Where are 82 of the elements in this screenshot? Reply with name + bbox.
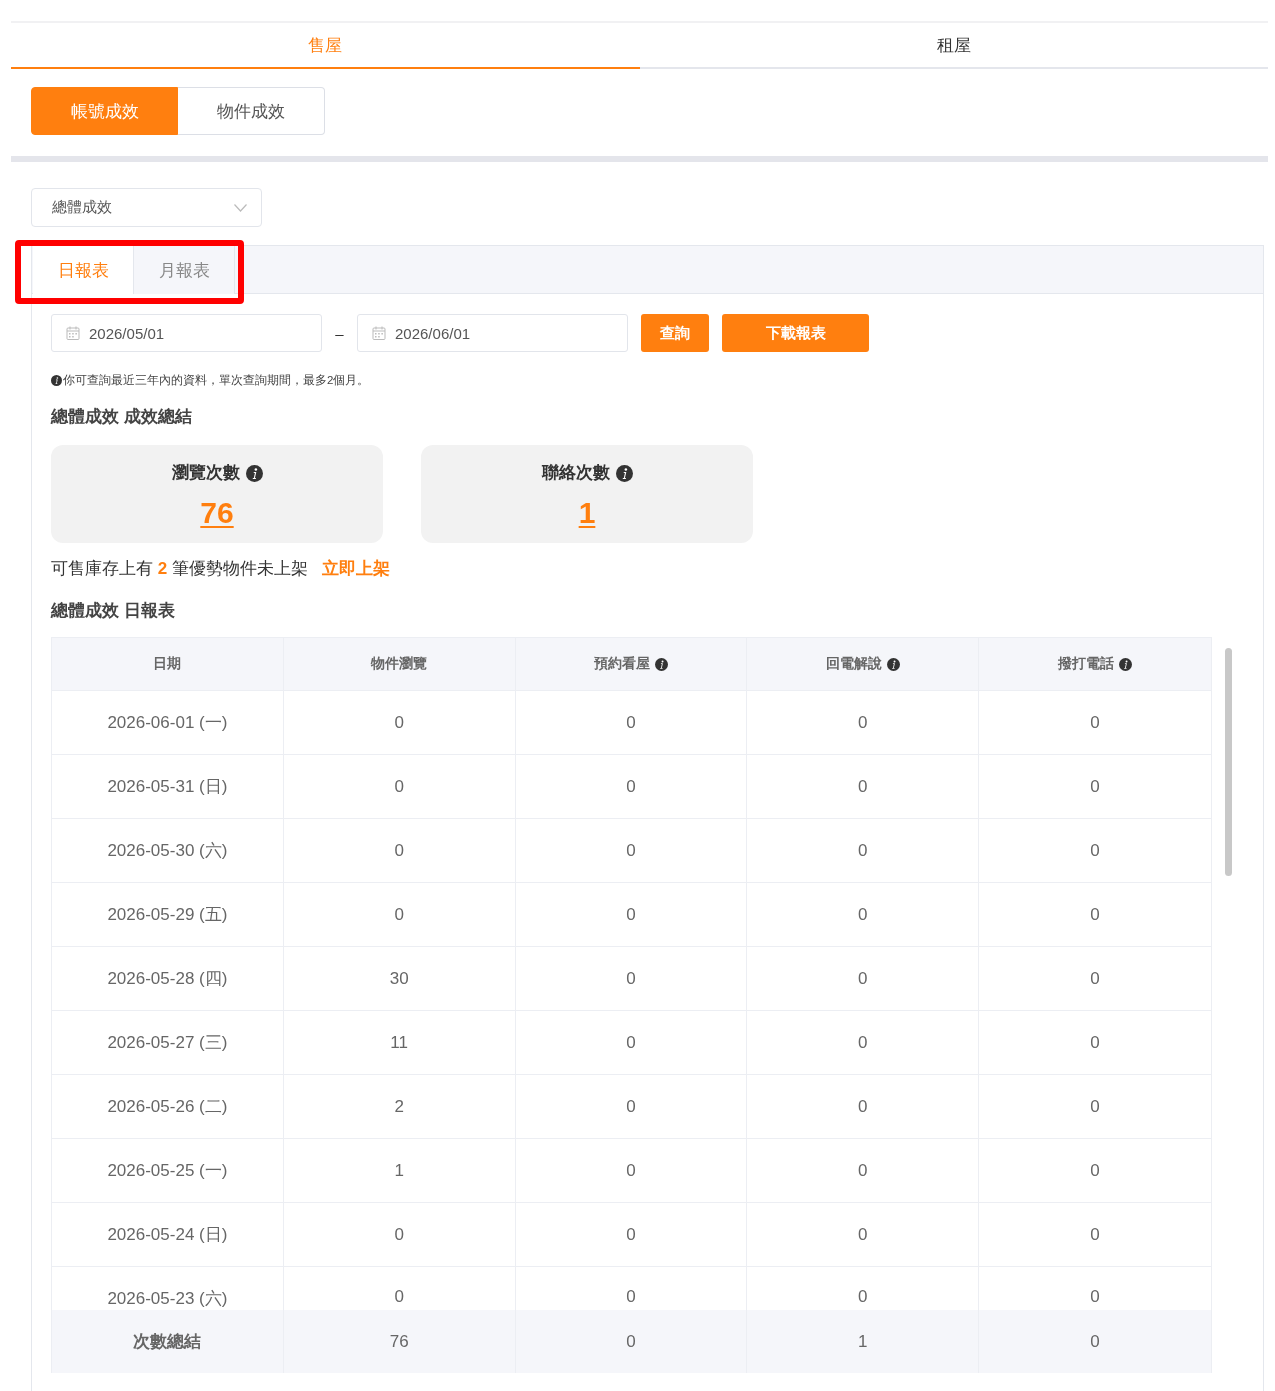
table-cell: 0 <box>515 1203 748 1266</box>
table-cell-text: 0 <box>1089 711 1101 734</box>
table-cell: 0 <box>747 1075 980 1138</box>
table-cell: 11 <box>283 1011 516 1074</box>
table-cell: 0 <box>283 819 516 882</box>
table-cell: 2026-05-26 (二) <box>52 1075 284 1138</box>
table-cell: 0 <box>515 755 748 818</box>
table-cell: 0 <box>283 883 516 946</box>
table-cell: 2 <box>283 1075 516 1138</box>
table-cell-text: 0 <box>1089 1159 1101 1182</box>
section-heading: 總體成效 成效總結 <box>51 406 193 428</box>
table-cell: 76 <box>283 1310 516 1373</box>
table-cell: 次數總結 <box>52 1310 284 1373</box>
report-tab[interactable]: 月報表 <box>134 246 235 294</box>
table-cell: 30 <box>283 947 516 1010</box>
info-icon <box>615 464 633 482</box>
table-cell: 2026-06-01 (一) <box>52 691 284 754</box>
table-cell: 0 <box>515 1310 748 1373</box>
table-cell: 2026-05-25 (一) <box>52 1139 284 1202</box>
table-cell-text: 0 <box>1089 967 1101 990</box>
table-cell: 1 <box>283 1139 516 1202</box>
table-cell: 2026-05-31 (日) <box>52 755 284 818</box>
table-cell: 0 <box>283 755 516 818</box>
table-cell-text: 0 <box>1089 1095 1101 1118</box>
table-cell: 0 <box>747 1011 980 1074</box>
end-date-field[interactable]: 2026/06/01 <box>357 314 628 352</box>
table-cell: 0 <box>747 1139 980 1202</box>
calendar-icon <box>66 326 80 340</box>
table-cell: 0 <box>515 1011 748 1074</box>
table-cell: 0 <box>515 947 748 1010</box>
table-cell-text: 0 <box>1089 839 1101 862</box>
table-cell: 0 <box>283 691 516 754</box>
table-cell: 0 <box>515 1075 748 1138</box>
scope-dropdown[interactable]: 總體成效 <box>31 188 262 227</box>
table-cell: 0 <box>747 883 980 946</box>
segment-button[interactable]: 物件成效 <box>178 87 325 135</box>
column-header: 撥打電話 <box>1058 655 1115 673</box>
table-cell: 2026-05-28 (四) <box>52 947 284 1010</box>
table-cell-text: 0 <box>1089 1286 1101 1308</box>
table-cell: 2026-05-27 (三) <box>52 1011 284 1074</box>
stat-value-link[interactable]: 76 <box>200 495 234 531</box>
range-separator: – <box>334 324 345 342</box>
stat-value-link[interactable]: 1 <box>578 495 596 531</box>
table-cell: 2026-05-30 (六) <box>52 819 284 882</box>
notice-text: 可售庫存上有 2 筆優勢物件未上架 <box>51 558 308 580</box>
scrollbar-thumb[interactable] <box>1225 648 1232 876</box>
table-cell: 0 <box>515 691 748 754</box>
stat-title: 聯絡次數 <box>541 462 610 484</box>
column-header: 預約看屋 <box>594 655 650 673</box>
query-button[interactable]: 查詢 <box>641 314 709 352</box>
stat-title: 瀏覽次數 <box>171 462 240 484</box>
table-cell: 2026-05-29 (五) <box>52 883 284 946</box>
table-cell-text: 0 <box>1089 1330 1101 1353</box>
list-now-link[interactable]: 立即上架 <box>321 557 390 581</box>
table-cell: 0 <box>747 755 980 818</box>
hint-text: 你可查詢最近三年內的資料，單次查詢期間，最多2個月。 <box>63 373 370 388</box>
table-cell-text: 0 <box>1089 1223 1101 1246</box>
table-cell: 0 <box>283 1203 516 1266</box>
calendar-icon <box>372 326 386 340</box>
table-cell-text: 0 <box>1089 903 1101 926</box>
info-icon <box>51 374 62 386</box>
column-header: 回電解說 <box>825 655 882 673</box>
chevron-down-icon <box>234 203 247 212</box>
table-cell: 0 <box>747 947 980 1010</box>
table-cell: 2026-05-24 (日) <box>52 1203 284 1266</box>
table-cell: 0 <box>515 1139 748 1202</box>
column-header: 物件瀏覽 <box>371 655 428 673</box>
table-cell: 0 <box>515 883 748 946</box>
table-cell: 0 <box>515 819 748 882</box>
section-heading: 總體成效 日報表 <box>51 600 176 622</box>
table-cell-text: 0 <box>1089 1031 1101 1054</box>
column-header: 日期 <box>153 655 182 673</box>
report-tab[interactable]: 日報表 <box>33 246 134 294</box>
table-cell: 0 <box>747 691 980 754</box>
info-icon <box>245 464 263 482</box>
table-cell: 0 <box>747 819 980 882</box>
segment-button[interactable]: 帳號成效 <box>31 87 178 135</box>
table-cell: 1 <box>747 1310 980 1373</box>
download-button[interactable]: 下載報表 <box>722 314 869 352</box>
start-date-field[interactable]: 2026/05/01 <box>51 314 322 352</box>
table-cell: 0 <box>747 1203 980 1266</box>
table-cell-text: 0 <box>1089 775 1101 798</box>
